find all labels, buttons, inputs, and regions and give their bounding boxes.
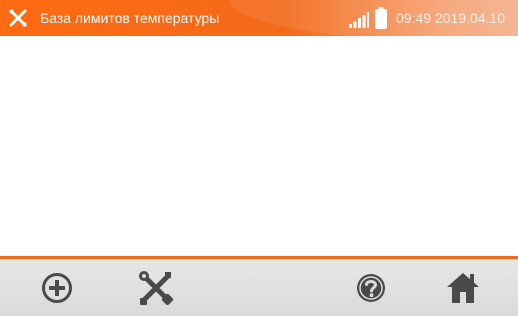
- home-button[interactable]: [440, 265, 486, 311]
- signal-strength-icon: [349, 12, 369, 28]
- plus-circle-icon: [42, 273, 72, 303]
- wrench-screwdriver-icon: [139, 271, 174, 306]
- page-title: База лимитов температуры: [40, 10, 220, 26]
- limits-list-area: [0, 36, 518, 256]
- bottom-toolbar: [0, 259, 518, 316]
- device-screen: База лимитов температуры 09:49 2019.04.1…: [0, 0, 518, 316]
- help-button[interactable]: [348, 265, 394, 311]
- add-button[interactable]: [34, 265, 80, 311]
- title-bar: База лимитов температуры 09:49 2019.04.1…: [0, 0, 518, 36]
- clock-date: 09:49 2019.04.10: [396, 10, 505, 26]
- settings-button[interactable]: [133, 265, 179, 311]
- home-icon: [447, 273, 479, 303]
- question-circle-icon: [357, 274, 385, 302]
- wrench-screwdriver-icon: [9, 9, 27, 27]
- battery-icon: [375, 7, 387, 29]
